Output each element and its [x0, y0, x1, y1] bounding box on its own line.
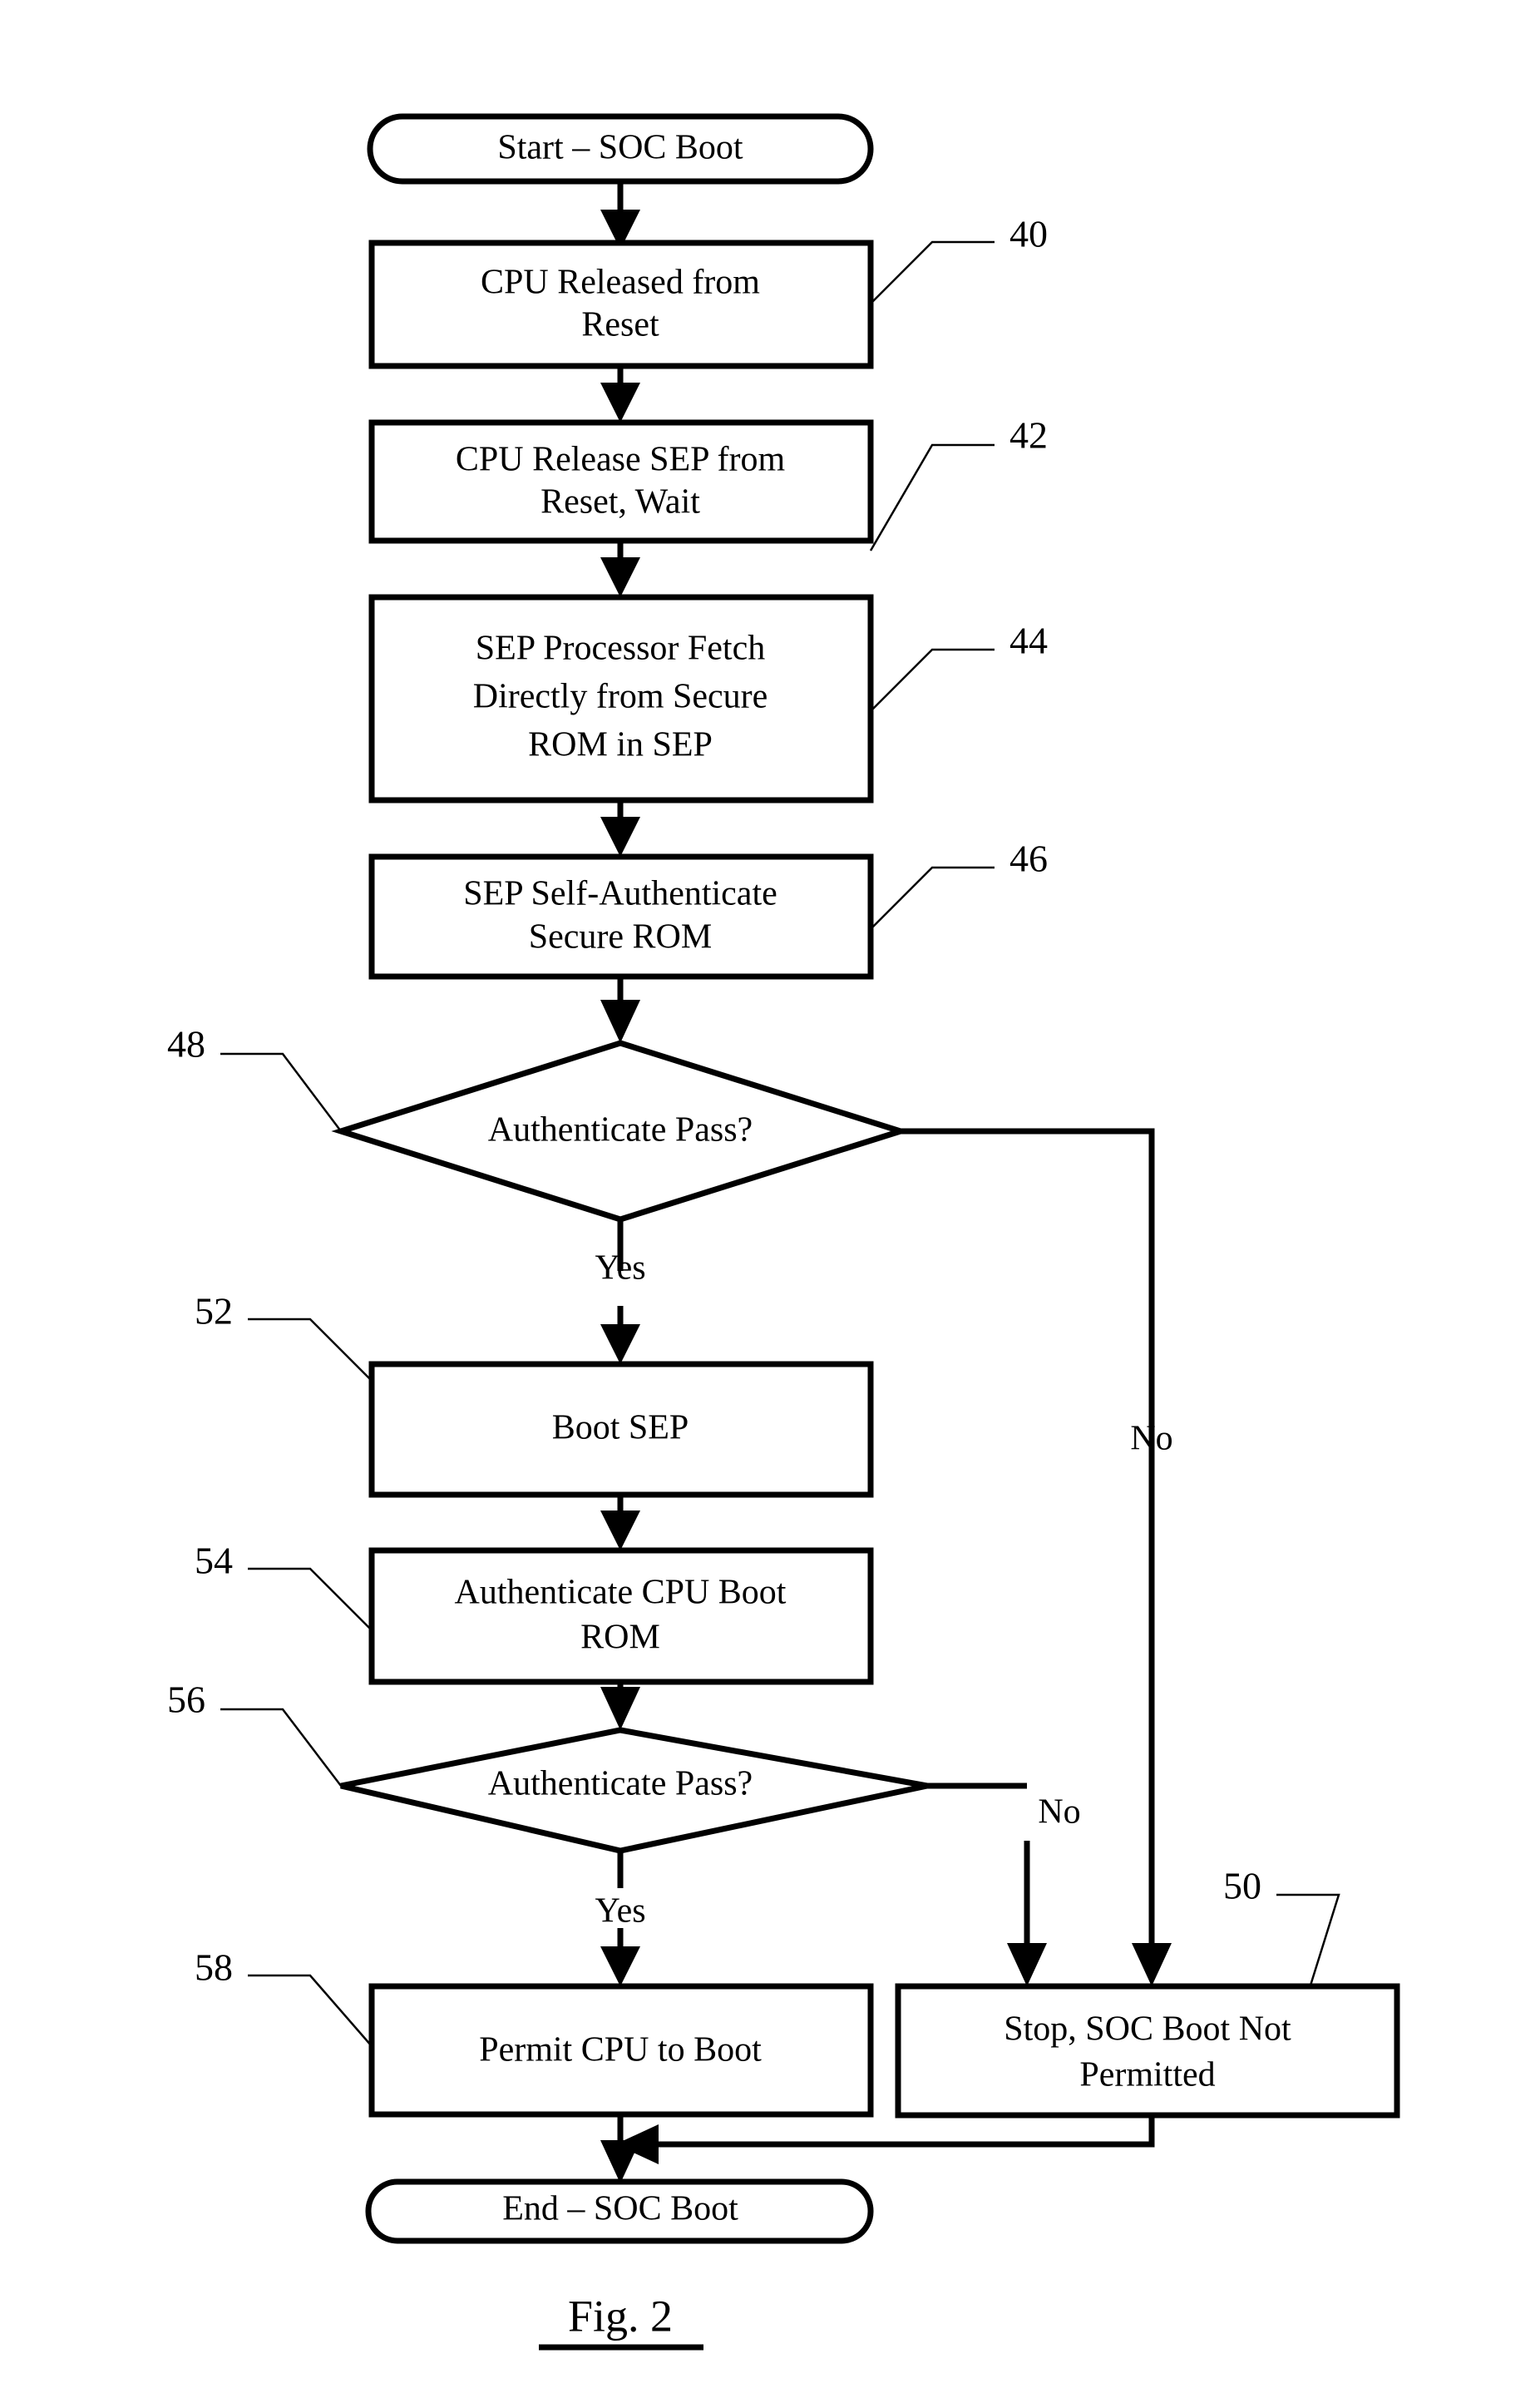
leader-42 [869, 443, 995, 551]
cpu-release-sep-label-line1: CPU Release SEP from [456, 441, 786, 479]
leader-58 [248, 1974, 373, 2047]
auth-cpu-boot-rom-label-line1: Authenticate CPU Boot [455, 1574, 787, 1612]
leader-56 [220, 1708, 342, 1787]
node-auth-pass-2[interactable]: Authenticate Pass? [340, 1727, 928, 1854]
edge-auth-pass-2-no-to-stop [927, 1783, 1047, 1986]
auth-pass-2-label: Authenticate Pass? [488, 1765, 753, 1803]
edge-cpu-release-sep-to-sep-fetch [600, 541, 640, 597]
leader-48 [220, 1052, 342, 1132]
ref-numeral-44: 44 [1009, 620, 1048, 662]
figure-caption-group: Fig. 2 [539, 2291, 703, 2351]
ref-numeral-50: 50 [1223, 1865, 1261, 1907]
sep-fetch-label-line3: ROM in SEP [528, 726, 713, 764]
branch-label-no-2: No [1038, 1793, 1080, 1832]
edge-sep-self-auth-to-auth-pass-1 [600, 977, 640, 1043]
sep-self-auth-label-line1: SEP Self-Authenticate [463, 875, 777, 913]
leader-46 [870, 866, 995, 930]
cpu-released-label-line2: Reset [581, 306, 659, 344]
edge-auth-pass-1-no-to-stop [901, 1128, 1172, 1986]
ref-numeral-56: 56 [167, 1679, 205, 1721]
branch-label-no-1: No [1130, 1420, 1172, 1458]
node-end[interactable]: End – SOC Boot [365, 2178, 874, 2244]
end-label: End – SOC Boot [502, 2190, 738, 2228]
node-start[interactable]: Start – SOC Boot [367, 113, 874, 185]
auth-pass-1-label: Authenticate Pass? [488, 1111, 753, 1150]
ref-numeral-58: 58 [195, 1946, 233, 1989]
node-stop-not-permitted[interactable]: Stop, SOC Boot Not Permitted [895, 1983, 1400, 2119]
auth-cpu-boot-rom-shape [368, 1547, 874, 1685]
cpu-release-sep-label-line2: Reset, Wait [540, 483, 700, 522]
node-permit-cpu-boot[interactable]: Permit CPU to Boot [368, 1983, 874, 2118]
sep-fetch-label-line2: Directly from Secure [473, 678, 768, 716]
cpu-released-shape [368, 240, 874, 369]
node-cpu-release-sep[interactable]: CPU Release SEP from Reset, Wait [368, 419, 874, 544]
node-auth-pass-1[interactable]: Authenticate Pass? [331, 1040, 911, 1223]
figure-caption: Fig. 2 [568, 2291, 673, 2341]
ref-numeral-48: 48 [167, 1023, 205, 1066]
boot-sep-label: Boot SEP [552, 1409, 689, 1447]
stop-not-permitted-shape [895, 1983, 1400, 2119]
figure-container: Start – SOC Boot CPU Released from Reset… [0, 0, 1540, 2408]
sep-self-auth-label-line2: Secure ROM [529, 918, 712, 957]
edge-cpu-released-to-cpu-release-sep [600, 366, 640, 423]
node-auth-cpu-boot-rom[interactable]: Authenticate CPU Boot ROM [368, 1547, 874, 1685]
leader-52 [248, 1318, 373, 1382]
ref-numeral-52: 52 [195, 1290, 233, 1333]
permit-cpu-boot-label: Permit CPU to Boot [479, 2031, 762, 2069]
edge-sep-fetch-to-sep-self-auth [600, 800, 640, 857]
branch-label-yes-2: Yes [595, 1892, 645, 1931]
edge-stop-to-end [615, 2115, 1155, 2164]
edge-auth-pass-1-yes-to-boot-sep [600, 1219, 640, 1364]
node-sep-fetch[interactable]: SEP Processor Fetch Directly from Secure… [368, 594, 874, 803]
stop-not-permitted-label-line1: Stop, SOC Boot Not [1004, 2010, 1291, 2049]
node-sep-self-auth[interactable]: SEP Self-Authenticate Secure ROM [368, 853, 874, 980]
leader-40 [870, 240, 995, 304]
leader-44 [870, 648, 995, 712]
edge-auth-cpu-boot-rom-to-auth-pass-2 [600, 1682, 640, 1730]
sep-fetch-label-line1: SEP Processor Fetch [476, 630, 765, 668]
ref-numeral-40: 40 [1009, 213, 1048, 255]
start-label: Start – SOC Boot [497, 129, 743, 167]
ref-numeral-54: 54 [195, 1540, 233, 1582]
ref-numeral-42: 42 [1009, 414, 1048, 457]
ref-numeral-46: 46 [1009, 838, 1048, 880]
soc-boot-flowchart: Start – SOC Boot CPU Released from Reset… [167, 113, 1400, 2351]
leader-50 [1276, 1893, 1340, 1989]
cpu-released-label-line1: CPU Released from [481, 264, 760, 302]
edge-boot-sep-to-auth-cpu-boot-rom [600, 1495, 640, 1550]
leader-54 [248, 1567, 373, 1631]
node-cpu-released[interactable]: CPU Released from Reset [368, 240, 874, 369]
edge-start-to-cpu-released [600, 181, 640, 250]
branch-label-yes-1: Yes [595, 1249, 645, 1288]
node-boot-sep[interactable]: Boot SEP [368, 1361, 874, 1498]
stop-not-permitted-label-line2: Permitted [1079, 2056, 1215, 2094]
auth-cpu-boot-rom-label-line2: ROM [580, 1619, 660, 1657]
